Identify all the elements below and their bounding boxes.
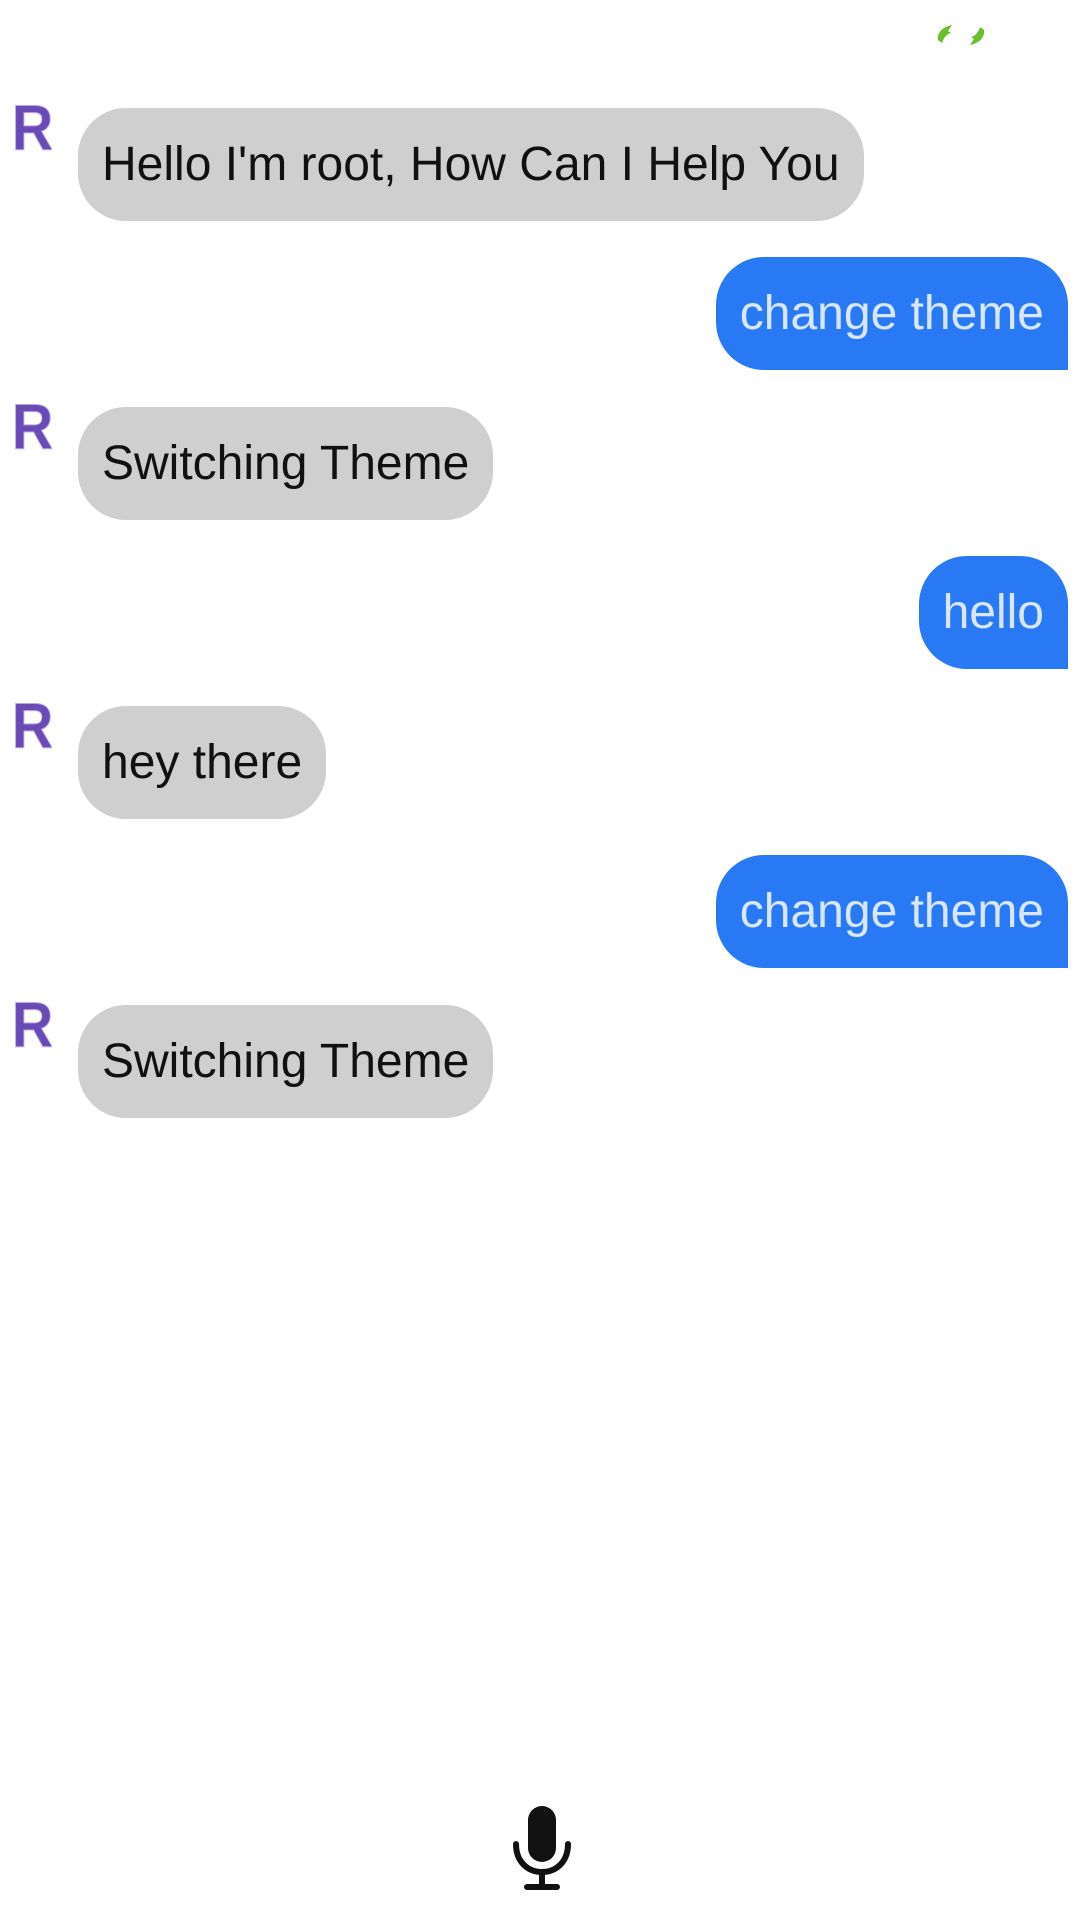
- chat-screen: R Hello I'm root, How Can I Help You cha…: [0, 0, 1080, 1920]
- bot-message-row: R Switching Theme: [0, 393, 1080, 520]
- bot-avatar-icon: R: [11, 991, 52, 1057]
- user-message-bubble: change theme: [715, 257, 1068, 370]
- bot-message-row: R Hello I'm root, How Can I Help You: [0, 94, 1080, 221]
- svg-text:R: R: [12, 991, 52, 1057]
- svg-text:R: R: [12, 94, 52, 160]
- svg-text:R: R: [12, 393, 52, 459]
- user-message-row: change theme: [0, 855, 1080, 968]
- quote-marks-icon: [937, 25, 985, 45]
- microphone-icon[interactable]: [510, 1804, 574, 1894]
- bot-message-bubble: Switching Theme: [78, 407, 494, 520]
- svg-text:R: R: [12, 692, 52, 758]
- bot-message-bubble: hey there: [78, 706, 327, 819]
- bot-message-row: R Switching Theme: [0, 991, 1080, 1118]
- bot-message-bubble: Hello I'm root, How Can I Help You: [78, 108, 864, 221]
- bot-message-row: R hey there: [0, 692, 1080, 819]
- bot-avatar-icon: R: [11, 393, 52, 459]
- user-message-row: hello: [0, 556, 1080, 669]
- bot-message-bubble: Switching Theme: [78, 1005, 494, 1118]
- bot-avatar-icon: R: [11, 692, 52, 758]
- message-list[interactable]: R Hello I'm root, How Can I Help You cha…: [0, 94, 1080, 1118]
- bot-avatar-icon: R: [11, 94, 52, 160]
- user-message-bubble: hello: [918, 556, 1068, 669]
- user-message-bubble: change theme: [715, 855, 1068, 968]
- user-message-row: change theme: [0, 257, 1080, 370]
